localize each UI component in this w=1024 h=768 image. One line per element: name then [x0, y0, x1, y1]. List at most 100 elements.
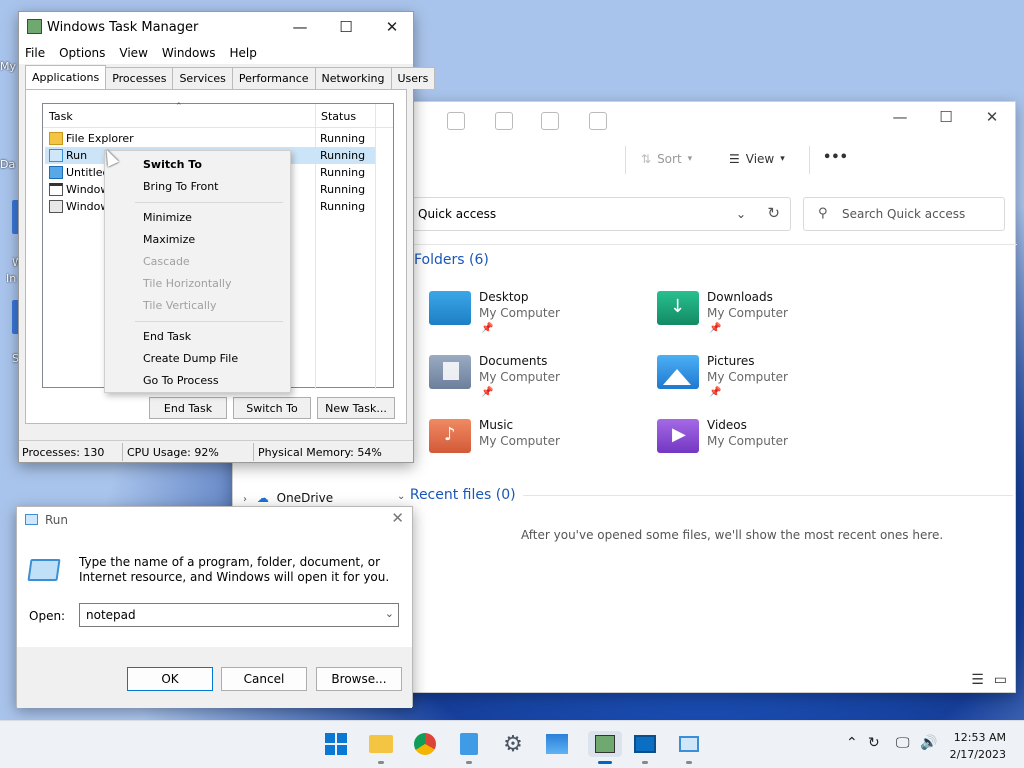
view-switcher: ☰ ▭	[971, 672, 1007, 688]
close-icon[interactable]: ✕	[969, 102, 1015, 132]
window-controls: — ☐ ✕	[877, 102, 1015, 132]
start-button[interactable]	[323, 731, 349, 757]
chrome-taskbar-button[interactable]	[412, 731, 438, 757]
maximize-icon[interactable]: ☐	[323, 12, 369, 42]
close-icon[interactable]: ✕	[391, 509, 404, 527]
menu-item-end-task[interactable]: End Task	[143, 330, 191, 343]
menu-options[interactable]: Options	[59, 46, 105, 60]
maximize-icon[interactable]: ☐	[923, 102, 969, 132]
minimize-icon[interactable]: —	[877, 102, 923, 132]
folders-heading[interactable]: Folders (6)	[414, 252, 489, 268]
delete-icon[interactable]	[589, 112, 607, 130]
file-explorer-taskbar-button[interactable]	[368, 731, 394, 764]
dialog-footer: OK Cancel Browse...	[17, 647, 412, 708]
chevron-down-icon[interactable]: ⌄	[385, 607, 394, 620]
menu-item-tile-horizontally: Tile Horizontally	[143, 277, 232, 290]
remote-desktop-taskbar-button[interactable]	[632, 731, 658, 764]
run-taskbar-button[interactable]	[676, 731, 702, 764]
menu-item-create-dump-file[interactable]: Create Dump File	[143, 352, 238, 365]
menu-item-maximize[interactable]: Maximize	[143, 233, 195, 246]
desktop-icon-label[interactable]: My	[0, 60, 18, 73]
notepad-icon	[49, 166, 63, 179]
share-icon[interactable]	[541, 112, 559, 130]
settings-taskbar-button[interactable]: ⚙	[500, 731, 526, 757]
window-icon	[49, 183, 63, 196]
column-task[interactable]: Task	[49, 110, 73, 123]
view-button[interactable]: ☰ View ▾	[729, 152, 785, 166]
minimize-icon[interactable]: —	[277, 12, 323, 42]
table-row[interactable]: File Explorer Running	[45, 130, 375, 147]
sort-button[interactable]: ⇅ Sort ▾	[641, 152, 692, 166]
photos-taskbar-button[interactable]	[544, 731, 570, 757]
notepad-taskbar-button[interactable]	[456, 731, 482, 764]
folder-location: My Computer	[479, 306, 560, 320]
tab-users[interactable]: Users	[390, 67, 436, 89]
run-program-icon	[27, 559, 61, 581]
system-clock[interactable]: 12:53 AM 2/17/2023	[950, 729, 1006, 763]
column-status[interactable]: Status	[321, 110, 356, 123]
tab-networking[interactable]: Networking	[314, 67, 392, 89]
tab-processes[interactable]: Processes	[105, 67, 174, 89]
run-dialog: Run ✕ Type the name of a program, folder…	[16, 506, 413, 708]
cancel-button[interactable]: Cancel	[221, 667, 307, 691]
menu-item-minimize[interactable]: Minimize	[143, 211, 192, 224]
recent-files-heading[interactable]: ⌄ Recent files (0)	[397, 487, 516, 503]
open-input[interactable]: notepad ⌄	[79, 603, 399, 627]
folder-downloads[interactable]: ↓ Downloads My Computer 📌	[657, 290, 877, 351]
open-value: notepad	[86, 608, 136, 622]
task-status: Running	[320, 200, 366, 213]
more-options-button[interactable]: •••	[823, 150, 848, 165]
menu-windows[interactable]: Windows	[162, 46, 216, 60]
divider	[523, 495, 1013, 496]
documents-folder-icon	[429, 355, 471, 389]
folder-documents[interactable]: Documents My Computer 📌	[429, 354, 649, 415]
folder-music[interactable]: ♪ Music My Computer	[429, 418, 649, 479]
search-input[interactable]: ⚲ Search Quick access	[803, 197, 1005, 231]
title-bar[interactable]: Windows Task Manager — ☐ ✕	[19, 12, 413, 42]
rename-icon[interactable]	[495, 112, 513, 130]
volume-icon[interactable]: 🔊	[920, 735, 937, 751]
details-view-icon[interactable]: ☰	[971, 672, 984, 688]
running-indicator	[466, 761, 472, 764]
task-manager-taskbar-button[interactable]	[588, 731, 622, 764]
pin-icon: 📌	[709, 323, 722, 334]
address-text: Quick access	[418, 207, 497, 221]
nav-item-onedrive[interactable]: › ☁ OneDrive	[243, 491, 333, 505]
browse-button[interactable]: Browse...	[316, 667, 402, 691]
ok-button[interactable]: OK	[127, 667, 213, 691]
show-hidden-icons-chevron-up-icon[interactable]: ⌃	[846, 735, 858, 751]
update-icon[interactable]: ↻	[868, 735, 880, 751]
menu-help[interactable]: Help	[229, 46, 256, 60]
chevron-down-icon[interactable]: ⌄	[736, 207, 746, 221]
tab-applications[interactable]: Applications	[25, 65, 107, 89]
desktop-icon-label[interactable]: Da	[0, 158, 18, 171]
tiles-view-icon[interactable]: ▭	[994, 672, 1007, 688]
view-icon: ☰	[729, 152, 740, 166]
folder-videos[interactable]: ▶ Videos My Computer	[657, 418, 877, 479]
taskbar: ⚙ ⌃ ↻ 🖵 🔊 12:53 AM 2/17/2023	[0, 720, 1024, 768]
tab-performance[interactable]: Performance	[231, 67, 316, 89]
menu-file[interactable]: File	[25, 46, 45, 60]
close-icon[interactable]: ✕	[369, 12, 415, 42]
folder-icon	[369, 735, 393, 753]
folder-location: My Computer	[707, 306, 788, 320]
menu-view[interactable]: View	[119, 46, 147, 60]
menu-item-bring-to-front[interactable]: Bring To Front	[143, 180, 218, 193]
end-task-button[interactable]: End Task	[149, 397, 227, 419]
folder-desktop[interactable]: Desktop My Computer 📌	[429, 290, 649, 351]
toolbar-divider	[809, 146, 810, 174]
menu-item-tile-vertically: Tile Vertically	[143, 299, 217, 312]
address-bar[interactable]: Quick access ⌄ ↻	[405, 197, 791, 231]
new-task-button[interactable]: New Task...	[317, 397, 395, 419]
music-folder-icon: ♪	[429, 419, 471, 453]
switch-to-button[interactable]: Switch To	[233, 397, 311, 419]
copy-icon[interactable]	[447, 112, 465, 130]
menu-item-switch-to[interactable]: Switch To	[143, 158, 202, 171]
run-icon	[49, 149, 63, 162]
menu-item-go-to-process[interactable]: Go To Process	[143, 374, 219, 387]
task-name: File Explorer	[66, 132, 134, 145]
network-icon[interactable]: 🖵	[896, 735, 910, 751]
refresh-icon[interactable]: ↻	[767, 204, 780, 222]
tab-services[interactable]: Services	[172, 67, 233, 89]
folder-pictures[interactable]: Pictures My Computer 📌	[657, 354, 877, 415]
